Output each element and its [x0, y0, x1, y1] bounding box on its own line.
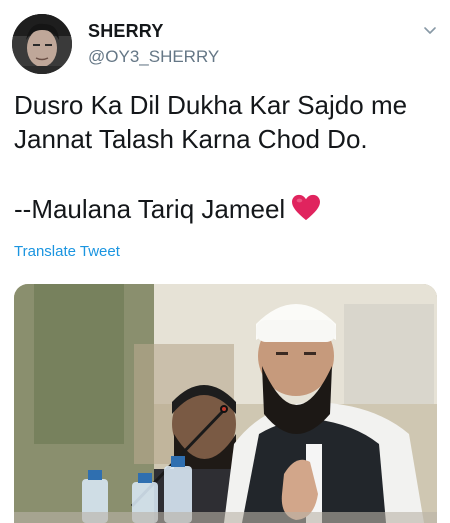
tweet-text-line: --Maulana Tariq Jameel	[14, 192, 444, 230]
photo-image	[14, 284, 437, 523]
avatar-image	[12, 14, 72, 74]
attribution-text: --Maulana Tariq Jameel	[14, 194, 286, 224]
tweet-card: SHERRY @OY3_SHERRY Dusro Ka Dil Dukha Ka…	[0, 0, 450, 523]
heart-emoji-icon	[291, 194, 321, 230]
avatar[interactable]	[12, 14, 72, 74]
chevron-down-icon[interactable]	[422, 22, 438, 38]
tweet-text: Dusro Ka Dil Dukha Kar Sajdo me Jannat T…	[14, 88, 444, 230]
tweet-media-photo[interactable]	[14, 284, 437, 523]
tweet-text-line: Jannat Talash Karna Chod Do.	[14, 124, 368, 154]
user-handle[interactable]: @OY3_SHERRY	[88, 47, 219, 67]
display-name[interactable]: SHERRY	[88, 20, 219, 42]
tweet-text-line: Dusro Ka Dil Dukha Kar Sajdo me	[14, 90, 408, 120]
user-info: SHERRY @OY3_SHERRY	[88, 20, 219, 67]
translate-tweet-link[interactable]: Translate Tweet	[14, 243, 120, 260]
